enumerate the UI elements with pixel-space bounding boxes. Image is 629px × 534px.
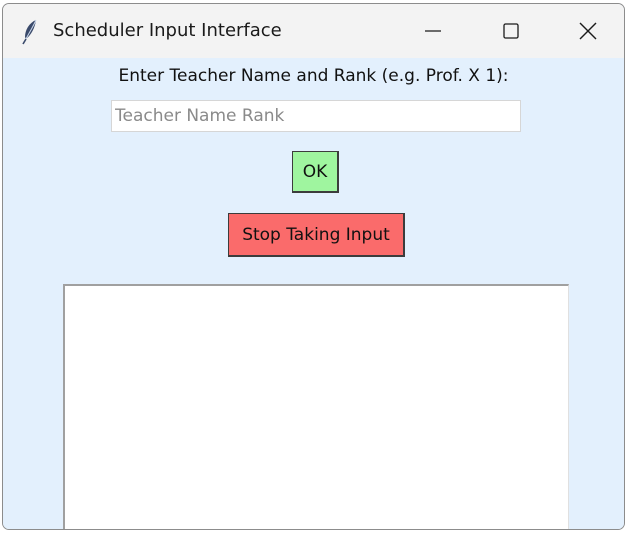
prompt-label: Enter Teacher Name and Rank (e.g. Prof. … — [118, 66, 509, 86]
maximize-button[interactable] — [472, 4, 550, 58]
main-content: Enter Teacher Name and Rank (e.g. Prof. … — [3, 58, 624, 529]
app-window: Scheduler Input Interface Enter Teacher … — [2, 3, 625, 530]
title-bar[interactable]: Scheduler Input Interface — [3, 4, 624, 58]
feather-icon — [22, 19, 37, 45]
maximize-icon — [503, 23, 519, 39]
window-title: Scheduler Input Interface — [53, 20, 282, 41]
stop-taking-input-button[interactable]: Stop Taking Input — [228, 213, 405, 257]
minimize-icon — [425, 30, 441, 32]
ok-button[interactable]: OK — [292, 151, 339, 193]
close-icon — [579, 22, 597, 40]
close-button[interactable] — [550, 4, 624, 58]
teacher-name-input[interactable] — [111, 100, 521, 132]
output-text-area[interactable] — [63, 284, 569, 529]
minimize-button[interactable] — [394, 4, 472, 58]
